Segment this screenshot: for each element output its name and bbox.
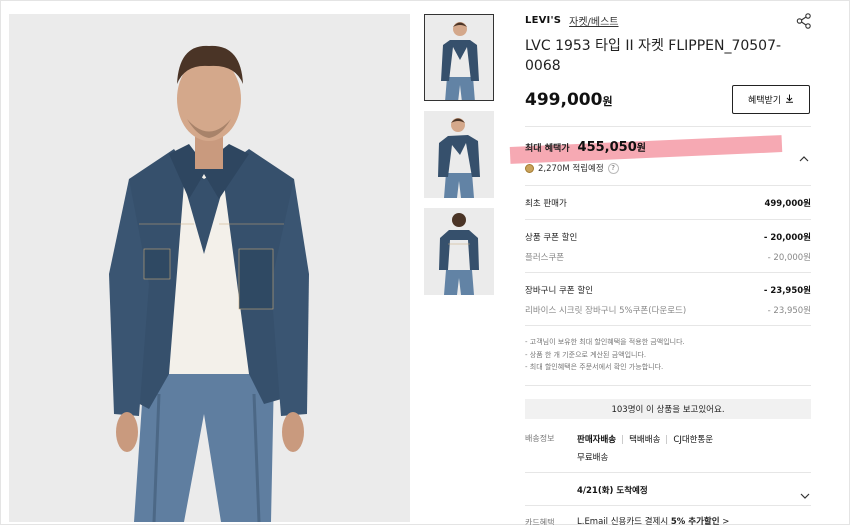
row-value: - 20,000원 bbox=[763, 233, 811, 243]
coin-icon bbox=[525, 163, 534, 173]
chevron-up-icon[interactable] bbox=[798, 149, 810, 162]
brand-row: LEVI'S 자켓/베스트 bbox=[525, 13, 619, 28]
separator bbox=[622, 434, 624, 444]
viewers-banner: 103명이 이 상품을 보고있어요. bbox=[525, 399, 811, 419]
download-icon bbox=[785, 94, 794, 106]
carrier-name: CJ대한통운 bbox=[673, 435, 714, 445]
category-link[interactable]: 자켓/베스트 bbox=[569, 13, 618, 28]
card-benefit-label: 카드혜택 bbox=[525, 518, 555, 525]
divider bbox=[525, 126, 811, 127]
seller-shipping: 판매자배송 bbox=[577, 435, 617, 445]
note-line: - 상품 한 개 기준으로 계산된 금액입니다. bbox=[525, 350, 647, 359]
get-benefit-button[interactable]: 혜택받기 bbox=[732, 85, 810, 114]
row-label: 최초 판매가 bbox=[525, 199, 567, 209]
divider bbox=[525, 325, 811, 326]
divider bbox=[525, 272, 811, 273]
row-value: - 20,000원 bbox=[767, 253, 811, 263]
brand-link[interactable]: LEVI'S bbox=[525, 15, 561, 26]
price-unit: 원 bbox=[602, 95, 613, 108]
max-benefit-row: 최대 혜택가 455,050원 bbox=[525, 139, 646, 155]
card-text-bold: 5% 추가할인 bbox=[670, 517, 720, 525]
product-title: LVC 1953 타입 II 자켓 FLIPPEN_70507-0068 bbox=[525, 38, 782, 74]
benefit-notes: - 고객님이 보유한 최대 할인혜택을 적용한 금액입니다. - 상품 한 개 … bbox=[525, 336, 685, 374]
max-benefit-label: 최대 혜택가 bbox=[525, 144, 570, 154]
shipping-options: 판매자배송 택배배송 CJ대한통운 bbox=[577, 433, 713, 445]
card-text-prefix: L.Email 신용카드 결제시 bbox=[577, 517, 669, 525]
cart-coupon-row: 리바이스 시크릿 장바구니 5%쿠폰(다운로드) - 23,950원 bbox=[525, 304, 811, 316]
cart-discount-row: 장바구니 쿠폰 할인 - 23,950원 bbox=[525, 284, 811, 296]
divider bbox=[525, 185, 811, 186]
row-label: 리바이스 시크릿 장바구니 5%쿠폰(다운로드) bbox=[525, 306, 687, 316]
row-value: 499,000원 bbox=[764, 199, 811, 209]
benefit-button-label: 혜택받기 bbox=[747, 96, 782, 106]
note-line: - 최대 할인혜택은 주문서에서 확인 가능합니다. bbox=[525, 363, 664, 371]
shipping-label: 배송정보 bbox=[525, 434, 555, 443]
row-value: - 23,950원 bbox=[763, 286, 811, 296]
divider bbox=[525, 385, 811, 386]
points-text: 2,270M 적립예정 bbox=[538, 164, 604, 174]
row-value: - 23,950원 bbox=[767, 306, 811, 316]
divider bbox=[525, 505, 811, 506]
arrival-date: 4/21(화) 도착예정 bbox=[577, 486, 648, 496]
card-benefit-text[interactable]: L.Email 신용카드 결제시 5% 추가할인 > bbox=[577, 515, 729, 525]
note-line: - 고객님이 보유한 최대 할인혜택을 적용한 금액입니다. bbox=[525, 338, 685, 346]
max-benefit-price: 455,050원 bbox=[578, 139, 646, 155]
card-arrow-icon: > bbox=[722, 517, 730, 525]
divider bbox=[525, 472, 811, 473]
coupon-discount-row: 상품 쿠폰 할인 - 20,000원 bbox=[525, 231, 811, 243]
original-price-row: 최초 판매가 499,000원 bbox=[525, 197, 811, 209]
share-icon[interactable] bbox=[795, 12, 813, 30]
chevron-down-icon[interactable] bbox=[799, 486, 811, 499]
shipping-fee: 무료배송 bbox=[577, 453, 609, 463]
row-label: 장바구니 쿠폰 할인 bbox=[525, 286, 593, 296]
product-main-image[interactable] bbox=[9, 14, 410, 522]
parcel-shipping: 택배배송 bbox=[629, 435, 661, 445]
help-icon[interactable]: ? bbox=[607, 162, 619, 174]
max-benefit-unit: 원 bbox=[636, 143, 646, 154]
max-benefit-value: 455,050 bbox=[577, 140, 637, 155]
product-price: 499,000원 bbox=[525, 90, 613, 110]
row-label: 플러스쿠폰 bbox=[525, 253, 565, 263]
thumbnail-side[interactable] bbox=[424, 111, 494, 198]
thumbnail-back[interactable] bbox=[424, 208, 494, 295]
thumbnail-front[interactable] bbox=[424, 14, 494, 101]
plus-coupon-row: 플러스쿠폰 - 20,000원 bbox=[525, 251, 811, 263]
separator bbox=[666, 434, 668, 444]
row-label: 상품 쿠폰 할인 bbox=[525, 233, 578, 243]
divider bbox=[525, 219, 811, 220]
points-row: 2,270M 적립예정 ? bbox=[525, 162, 619, 174]
price-value: 499,000 bbox=[525, 90, 603, 110]
